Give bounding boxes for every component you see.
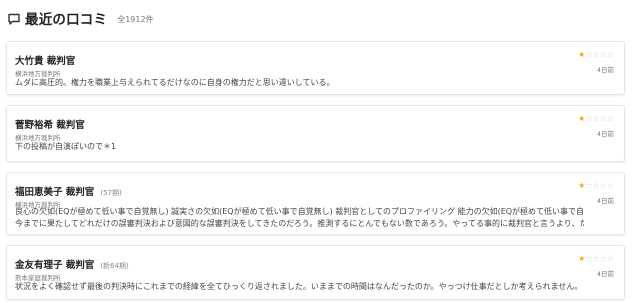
review-comment: ムダに高圧的。権力を職業上与えられてるだけなのに自身の権力だと思い違いしている。: [15, 77, 584, 89]
review-card[interactable]: 菅野裕希 裁判官 横浜地方裁判所 下の投稿が自演ぽいので＊1 ★☆☆☆☆ 4日前: [6, 105, 625, 162]
review-card[interactable]: 大竹貴 裁判官 横浜地方裁判所 ムダに高圧的。権力を職業上与えられてるだけなのに…: [6, 41, 625, 95]
review-comment: 下の投稿が自演ぽいので＊1: [15, 141, 584, 153]
review-comment-line: 状況をよく確認せず最後の判決時にこれまでの経緯を全てひっくり返されました。いまま…: [15, 282, 583, 291]
star-empty-icon: ☆: [599, 114, 607, 123]
section-title: 最近の口コミ: [25, 12, 108, 28]
review-date: 4日前: [596, 197, 614, 205]
star-empty-icon: ☆: [606, 181, 614, 190]
judge-name-link[interactable]: 菅野裕希 裁判官: [15, 117, 85, 131]
comment-icon: [7, 11, 21, 25]
star-rating: ★☆☆☆☆: [578, 255, 614, 263]
star-empty-icon: ☆: [606, 254, 614, 263]
star-empty-icon: ☆: [606, 114, 614, 123]
review-card[interactable]: 福田恵美子 裁判官 (57期) 横浜地方裁判所 良心の欠如(EQが極めて低い事で…: [6, 172, 625, 235]
review-comment: 良心の欠如(EQが極めて低い事で自覚無し) 誠実さの欠如(EQが極めて低い事で自…: [15, 206, 584, 230]
review-card[interactable]: 金友有理子 裁判官 (新64期) 熊本家庭裁判所 状況をよく確認せず最後の判決時…: [6, 245, 625, 300]
star-empty-icon: ☆: [599, 181, 607, 190]
review-comment-line: 良心の欠如(EQが極めて低い事で自覚無し) 誠実さの欠如(EQが極めて低い事で自…: [15, 207, 584, 216]
star-empty-icon: ☆: [592, 254, 600, 263]
review-date: 4日前: [596, 66, 614, 74]
judge-name-link[interactable]: 大竹貴 裁判官: [15, 53, 75, 67]
judge-term: (新64期): [100, 262, 129, 270]
star-empty-icon: ☆: [599, 254, 607, 263]
star-empty-icon: ☆: [592, 181, 600, 190]
section-header: 最近の口コミ 全1912件: [7, 8, 154, 28]
star-empty-icon: ☆: [592, 114, 600, 123]
review-date: 4日前: [596, 130, 614, 138]
judge-term: (57期): [100, 189, 122, 197]
review-comment-line: ムダに高圧的。権力を職業上与えられてるだけなのに自身の権力だと思い違いしている。: [15, 78, 335, 87]
review-date: 4日前: [596, 270, 614, 278]
star-rating: ★☆☆☆☆: [578, 182, 614, 190]
star-rating: ★☆☆☆☆: [578, 115, 614, 123]
review-count: 全1912件: [117, 14, 154, 24]
judge-name-link[interactable]: 福田恵美子 裁判官: [15, 184, 94, 198]
review-comment-line: 今までに果たしてどれだけの誤審判決および意図的な誤審判決をしてきたのだろう。推測…: [15, 219, 584, 228]
review-comment: 状況をよく確認せず最後の判決時にこれまでの経緯を全てひっくり返されました。いまま…: [15, 281, 584, 293]
star-empty-icon: ☆: [606, 50, 614, 59]
star-empty-icon: ☆: [592, 50, 600, 59]
star-empty-icon: ☆: [599, 50, 607, 59]
judge-name-link[interactable]: 金友有理子 裁判官: [15, 257, 94, 271]
star-rating: ★☆☆☆☆: [578, 51, 614, 59]
review-comment-line: 下の投稿が自演ぽいので＊1: [15, 142, 117, 151]
